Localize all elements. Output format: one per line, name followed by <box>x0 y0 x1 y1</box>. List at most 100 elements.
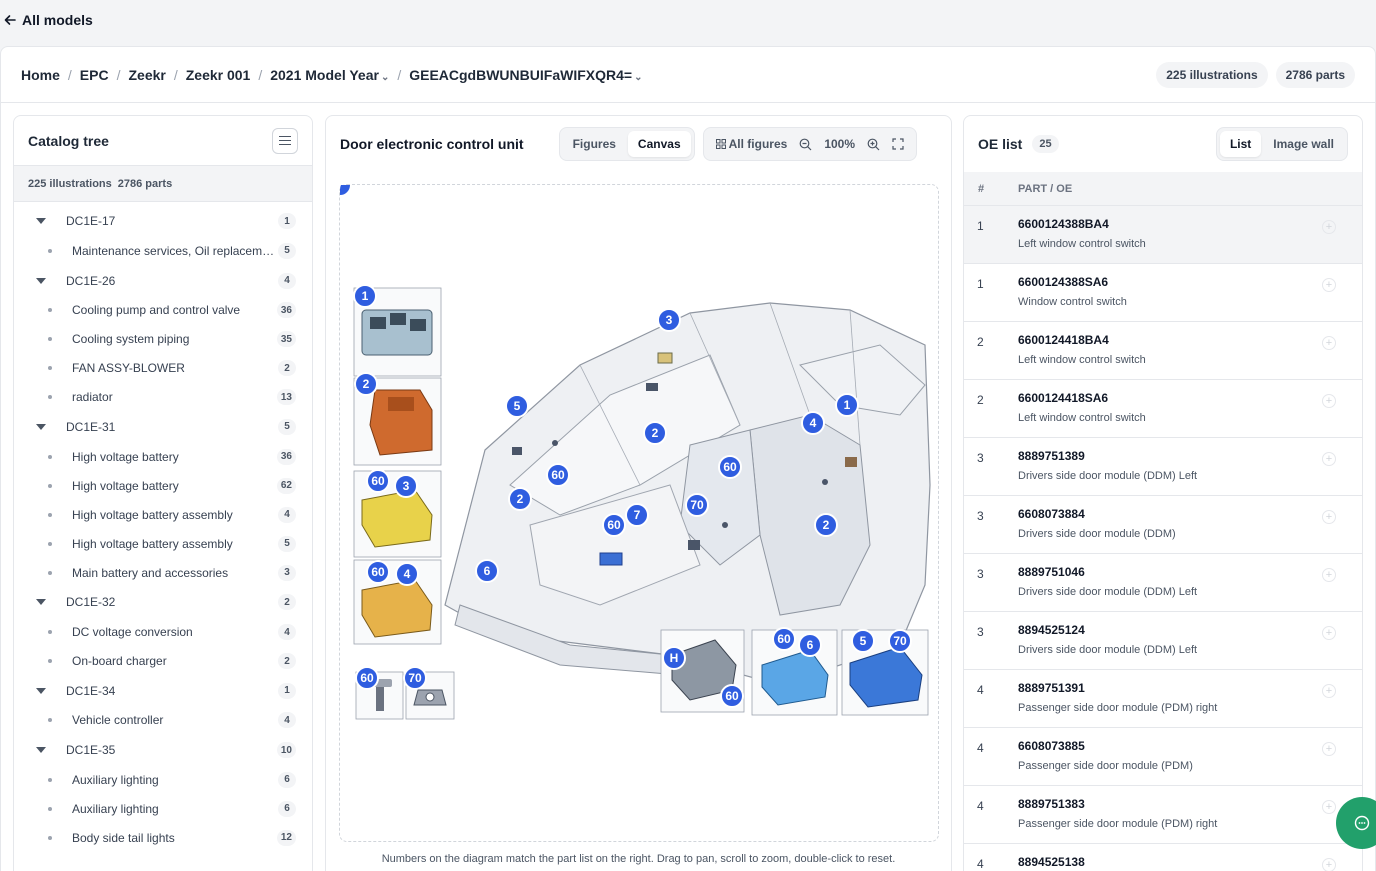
tree-item[interactable]: Main battery and accessories 3 <box>34 558 296 587</box>
caret-down-icon[interactable] <box>36 423 46 430</box>
collapse-tree-button[interactable] <box>272 127 298 154</box>
callout-badge[interactable]: 5 <box>505 394 529 418</box>
callout-badge[interactable]: 60 <box>366 560 390 584</box>
callout-badge[interactable]: 60 <box>602 513 626 537</box>
callout-badge[interactable]: 7 <box>625 503 649 527</box>
tree-item[interactable]: FAN ASSY-BLOWER 2 <box>34 354 296 383</box>
callout-badge[interactable]: 70 <box>888 629 912 653</box>
tree-item[interactable]: High voltage battery 36 <box>34 442 296 471</box>
caret-down-icon[interactable] <box>36 747 46 754</box>
oe-row[interactable]: 4 8894525138 + <box>964 844 1362 871</box>
tree-item[interactable]: Cooling pump and control valve 36 <box>34 296 296 325</box>
breadcrumb-epc[interactable]: EPC <box>80 67 109 83</box>
callout-badge[interactable]: 2 <box>508 487 532 511</box>
zoom-in-icon[interactable] <box>867 138 880 151</box>
callout-badge[interactable]: 2 <box>643 421 667 445</box>
oe-row[interactable]: 4 8889751383 Passenger side door module (P… <box>964 786 1362 844</box>
callout-badge[interactable]: 60 <box>546 463 570 487</box>
caret-down-icon[interactable] <box>36 599 46 606</box>
tree-group[interactable]: DC1E-32 2 <box>34 587 296 617</box>
breadcrumb-catalog-select[interactable]: GEEACgdBWUNBUIFaWIFXQR4= ⌄ <box>409 67 642 83</box>
callout-badge[interactable]: 60 <box>718 455 742 479</box>
add-part-button[interactable]: + <box>1322 626 1336 640</box>
oe-row[interactable]: 4 8889751391 Passenger side door module (P… <box>964 670 1362 728</box>
oe-row[interactable]: 1 6600124388SA6 Window control switch + <box>964 264 1362 322</box>
tab-image-wall[interactable]: Image wall <box>1263 131 1344 157</box>
callout-badge[interactable]: 60 <box>772 627 796 651</box>
bullet-icon <box>48 835 52 840</box>
add-part-button[interactable]: + <box>1322 858 1336 871</box>
caret-down-icon[interactable] <box>36 277 46 284</box>
callout-badge[interactable]: 70 <box>685 493 709 517</box>
breadcrumb-year-select[interactable]: 2021 Model Year ⌄ <box>270 67 389 83</box>
zoom-out-icon[interactable] <box>799 138 812 151</box>
tree-item[interactable]: Auxiliary lighting 6 <box>34 794 296 823</box>
tab-list[interactable]: List <box>1219 131 1262 157</box>
oe-row[interactable]: 3 8889751046 Drivers side door module (DDM… <box>964 554 1362 612</box>
caret-down-icon[interactable] <box>36 218 46 225</box>
callout-badge[interactable]: 60 <box>720 684 744 708</box>
tree-item[interactable]: radiator 13 <box>34 383 296 412</box>
callout-badge[interactable]: 5 <box>851 629 875 653</box>
tree-group[interactable]: DC1E-17 1 <box>34 206 296 236</box>
tab-canvas[interactable]: Canvas <box>627 131 691 157</box>
tree-item[interactable]: Auxiliary lighting 6 <box>34 765 296 794</box>
breadcrumb-brand[interactable]: Zeekr <box>128 67 165 83</box>
tree-item[interactable]: High voltage battery assembly 4 <box>34 500 296 529</box>
tree-item[interactable]: High voltage battery assembly 5 <box>34 529 296 558</box>
oe-row[interactable]: 4 6608073885 Passenger side door module (P… <box>964 728 1362 786</box>
callout-badge[interactable]: 1 <box>353 284 377 308</box>
callout-badge[interactable]: 2 <box>354 372 378 396</box>
tree-item[interactable]: On-board charger 2 <box>34 647 296 676</box>
callout-badge[interactable]: 4 <box>395 562 419 586</box>
tree-item[interactable]: Vehicle controller 4 <box>34 706 296 735</box>
callout-badge[interactable]: 2 <box>814 513 838 537</box>
tree-item[interactable]: Body side tail lights 12 <box>34 823 296 852</box>
oe-row[interactable]: 3 8894525124 Drivers side door module (DDM… <box>964 612 1362 670</box>
add-part-button[interactable]: + <box>1322 452 1336 466</box>
add-part-button[interactable]: + <box>1322 278 1336 292</box>
callout-badge[interactable]: 70 <box>403 666 427 690</box>
add-part-button[interactable]: + <box>1322 336 1336 350</box>
exploded-diagram[interactable]: 1 2 60 3 60 4 60 70 3 5 60 2 1 4 60 2 2 60 7 70 6 H 60 6 60 5 70 7 <box>328 173 940 843</box>
tree-item[interactable]: Maintenance services, Oil replacement 5 <box>34 236 296 265</box>
add-part-button[interactable]: + <box>1322 510 1336 524</box>
tree-group[interactable]: DC1E-26 4 <box>34 265 296 295</box>
tree-group[interactable]: DC1E-31 5 <box>34 412 296 442</box>
tree-group[interactable]: DC1E-35 10 <box>34 735 296 765</box>
all-figures-button[interactable]: All figures <box>715 137 787 151</box>
add-part-button[interactable]: + <box>1322 220 1336 234</box>
add-part-button[interactable]: + <box>1322 800 1336 814</box>
callout-badge[interactable]: 60 <box>366 469 390 493</box>
callout-badge[interactable]: 3 <box>657 308 681 332</box>
callout-badge[interactable]: 6 <box>798 633 822 657</box>
caret-down-icon[interactable] <box>36 687 46 694</box>
oe-row[interactable]: 2 6600124418BA4 Left window control switch… <box>964 322 1362 380</box>
tree-item[interactable]: High voltage battery 62 <box>34 471 296 500</box>
tree-item[interactable]: DC voltage conversion 4 <box>34 618 296 647</box>
back-to-all-models[interactable]: All models <box>4 12 93 28</box>
add-part-button[interactable]: + <box>1322 568 1336 582</box>
add-part-button[interactable]: + <box>1322 742 1336 756</box>
callout-badge[interactable]: 6 <box>475 559 499 583</box>
fullscreen-icon[interactable] <box>892 138 904 150</box>
callout-badge[interactable]: 3 <box>394 474 418 498</box>
callout-badge[interactable]: 1 <box>835 393 859 417</box>
tree-item[interactable]: Cooling system piping 35 <box>34 325 296 354</box>
tab-figures[interactable]: Figures <box>563 131 626 157</box>
diagram-canvas[interactable]: 1 2 60 3 60 4 60 70 3 5 60 2 1 4 60 2 2 60 7 70 6 H 60 6 60 5 70 7 <box>328 173 940 843</box>
breadcrumb-model[interactable]: Zeekr 001 <box>186 67 251 83</box>
callout-badge[interactable]: 4 <box>801 411 825 435</box>
tree-group[interactable]: DC1E-34 1 <box>34 676 296 706</box>
bullet-icon <box>48 570 52 575</box>
add-part-button[interactable]: + <box>1322 684 1336 698</box>
oe-row[interactable]: 2 6600124418SA6 Left window control switch… <box>964 380 1362 438</box>
oe-row[interactable]: 3 6608073884 Drivers side door module (DDM… <box>964 496 1362 554</box>
add-part-button[interactable]: + <box>1322 394 1336 408</box>
callout-badge[interactable]: H <box>662 646 686 670</box>
breadcrumb-home[interactable]: Home <box>21 67 60 83</box>
oe-row[interactable]: 3 8889751389 Drivers side door module (DDM… <box>964 438 1362 496</box>
oe-row[interactable]: 1 6600124388BA4 Left window control switch… <box>964 206 1362 264</box>
callout-badge[interactable]: 7 <box>328 173 352 197</box>
callout-badge[interactable]: 60 <box>355 666 379 690</box>
